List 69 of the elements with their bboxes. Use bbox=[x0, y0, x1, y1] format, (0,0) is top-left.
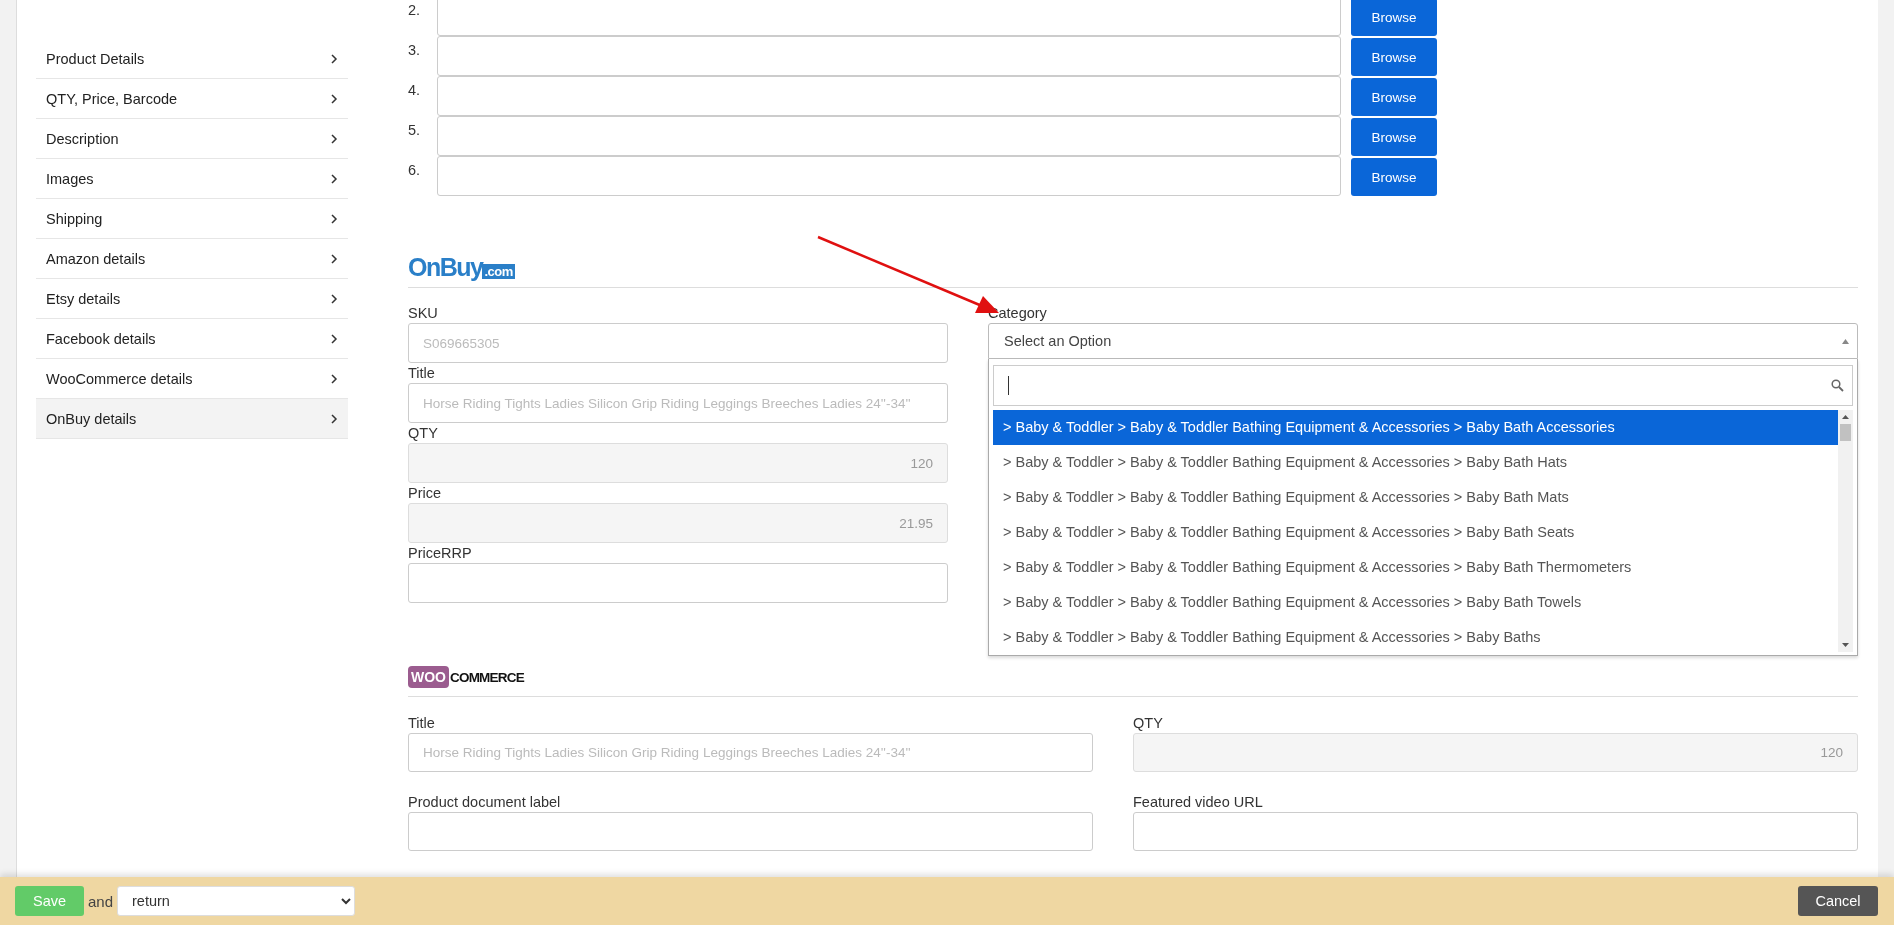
action-select[interactable]: return bbox=[117, 886, 356, 916]
sidebar-item[interactable]: Images bbox=[36, 159, 348, 199]
row-number: 5. bbox=[408, 121, 422, 138]
sidebar-item[interactable]: Product Details bbox=[36, 39, 348, 79]
sidebar-item[interactable]: Amazon details bbox=[36, 239, 348, 279]
row-number: 3. bbox=[408, 41, 422, 58]
field-label: QTY bbox=[1133, 714, 1164, 733]
file-path-field[interactable] bbox=[437, 0, 1341, 36]
sidebar-item[interactable]: Shipping bbox=[36, 199, 348, 239]
sidebar-item[interactable]: Facebook details bbox=[36, 319, 348, 359]
dropdown-option[interactable]: > Baby & Toddler > Baby & Toddler Bathing Equipment & Accessories > Baby Bath Hats bbox=[993, 445, 1838, 480]
file-path-field[interactable] bbox=[437, 156, 1341, 196]
field-label: Title bbox=[408, 714, 436, 733]
sidebar-item[interactable]: Etsy details bbox=[36, 279, 348, 319]
caret-up-icon bbox=[1842, 338, 1849, 344]
dropdown-option[interactable]: > Baby & Toddler > Baby & Toddler Bathing Equipment & Accessories > Baby Bath Seats bbox=[993, 515, 1838, 550]
text-cursor bbox=[1008, 376, 1009, 395]
sidebar-item[interactable]: OnBuy details bbox=[36, 399, 348, 439]
cancel-button[interactable]: Cancel bbox=[1798, 886, 1878, 916]
field-label: SKU bbox=[408, 304, 439, 323]
search-icon bbox=[1831, 379, 1844, 392]
dropdown-option[interactable]: > Baby & Toddler > Baby & Toddler Bathing Equipment & Accessories > Baby Baths bbox=[993, 620, 1838, 652]
browse-button[interactable]: Browse bbox=[1351, 78, 1437, 116]
woocommerce-logo: WOO COMMERCE bbox=[408, 665, 524, 689]
field-label: QTY bbox=[408, 424, 439, 443]
input-field[interactable]: Horse Riding Tights Ladies Silicon Grip Riding Leggings Breeches Ladies 24''-34'' bbox=[408, 383, 948, 423]
search-field[interactable] bbox=[993, 365, 1853, 406]
field-label: Category bbox=[988, 305, 1047, 321]
file-path-field[interactable] bbox=[437, 116, 1341, 156]
scroll-thumb[interactable] bbox=[1840, 424, 1851, 441]
field-label: Title bbox=[408, 364, 436, 383]
dropdown-option[interactable]: > Baby & Toddler > Baby & Toddler Bathing Equipment & Accessories > Baby Bath Mats bbox=[993, 480, 1838, 515]
input-field[interactable] bbox=[408, 563, 948, 603]
dropdown-option[interactable]: > Baby & Toddler > Baby & Toddler Bathing Equipment & Accessories > Baby Bath Accessories bbox=[993, 410, 1838, 445]
file-path-field[interactable] bbox=[437, 76, 1341, 116]
input-field[interactable]: S069665305 bbox=[408, 323, 948, 363]
row-number: 6. bbox=[408, 161, 422, 178]
input-field[interactable] bbox=[408, 812, 1093, 851]
chevron-icon bbox=[330, 92, 338, 105]
chevron-icon bbox=[330, 332, 338, 345]
field-label: Product document label bbox=[408, 793, 562, 812]
field-label: Featured video URL bbox=[1133, 793, 1264, 812]
browse-button[interactable]: Browse bbox=[1351, 38, 1437, 76]
input-field[interactable]: Horse Riding Tights Ladies Silicon Grip Riding Leggings Breeches Ladies 24''-34'' bbox=[408, 733, 1093, 772]
sidebar-item[interactable]: Description bbox=[36, 119, 348, 159]
field-label: PriceRRP bbox=[408, 544, 473, 563]
chevron-icon bbox=[330, 372, 338, 385]
field-label: Price bbox=[408, 484, 443, 503]
chevron-icon bbox=[330, 52, 338, 65]
chevron-icon bbox=[330, 292, 338, 305]
scrollbar[interactable] bbox=[1838, 410, 1853, 652]
file-path-field[interactable] bbox=[437, 36, 1341, 76]
dropdown-option[interactable]: > Baby & Toddler > Baby & Toddler Bathing Equipment & Accessories > Baby Bath Thermometers bbox=[993, 550, 1838, 585]
browse-button[interactable]: Browse bbox=[1351, 158, 1437, 196]
chevron-icon bbox=[330, 412, 338, 425]
browse-button[interactable]: Browse bbox=[1351, 118, 1437, 156]
chevron-icon bbox=[330, 172, 338, 185]
input-field[interactable] bbox=[1133, 812, 1858, 851]
dropdown-option[interactable]: > Baby & Toddler > Baby & Toddler Bathing Equipment & Accessories > Baby Bath Towels bbox=[993, 585, 1838, 620]
category-select[interactable]: Select an Option bbox=[988, 323, 1858, 359]
joiner-text: and bbox=[88, 892, 114, 910]
chevron-icon bbox=[330, 132, 338, 145]
sidebar-item[interactable]: QTY, Price, Barcode bbox=[36, 79, 348, 119]
onbuy-logo: OnBuy.com bbox=[408, 254, 515, 280]
row-number: 4. bbox=[408, 81, 422, 98]
chevron-icon bbox=[330, 252, 338, 265]
browse-button[interactable]: Browse bbox=[1351, 0, 1437, 36]
chevron-icon bbox=[330, 212, 338, 225]
row-number: 2. bbox=[408, 1, 422, 18]
